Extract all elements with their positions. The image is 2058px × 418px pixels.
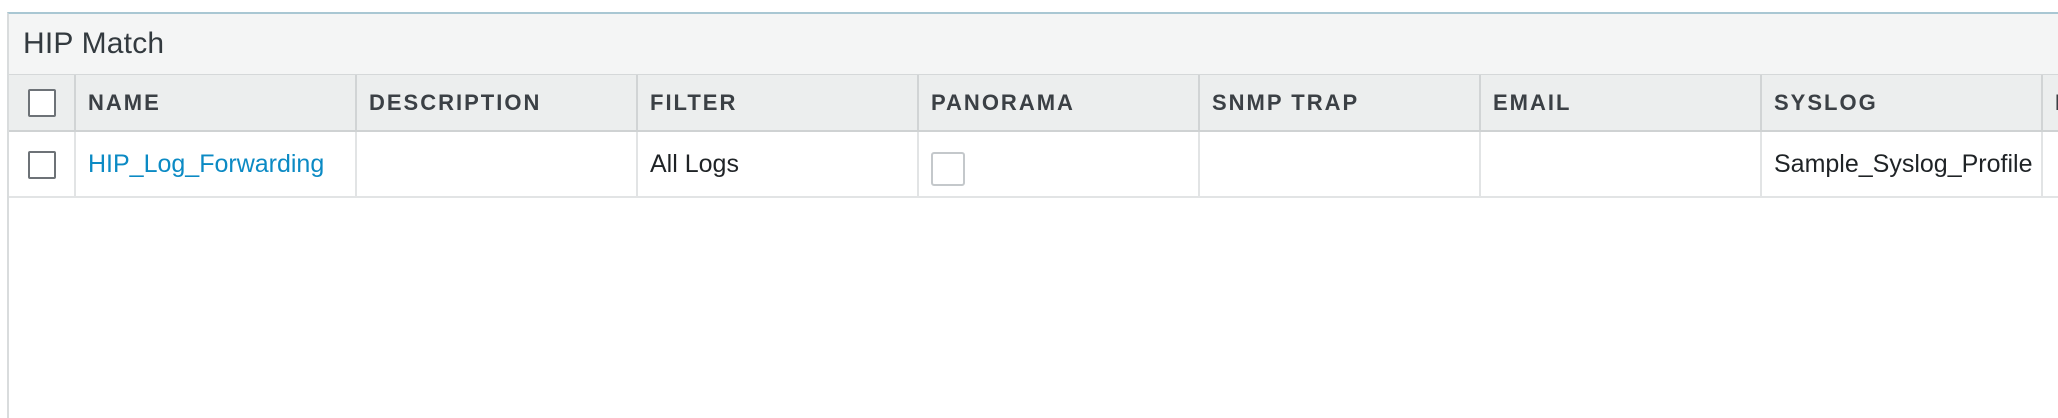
row-select-checkbox[interactable]	[27, 150, 56, 179]
cell-truncated	[2042, 131, 2058, 198]
panel-header: HIP Match	[9, 14, 2058, 75]
profile-name-link[interactable]: HIP_Log_Forwarding	[88, 150, 324, 178]
column-header-filter[interactable]: FILTER	[637, 75, 919, 132]
cell-name: HIP_Log_Forwarding	[75, 131, 357, 198]
select-all-cell	[9, 75, 76, 132]
table-row[interactable]: HIP_Log_Forwarding All Logs Sample_Syslo…	[9, 131, 2058, 198]
column-header-email[interactable]: EMAIL	[1480, 75, 1762, 132]
cell-description	[356, 131, 638, 198]
column-header-snmp-trap[interactable]: SNMP TRAP	[1199, 75, 1481, 132]
cell-panorama	[918, 131, 1200, 198]
hip-match-panel: HIP Match NAME DESCRIPTION FILTER PANORA…	[7, 12, 2058, 418]
row-select-cell	[9, 131, 76, 198]
column-header-syslog[interactable]: SYSLOG	[1761, 75, 2043, 132]
column-header-truncated[interactable]: H	[2042, 75, 2058, 132]
column-header-name[interactable]: NAME	[75, 75, 357, 132]
log-forwarding-table: NAME DESCRIPTION FILTER PANORAMA SNMP TR…	[9, 75, 2058, 198]
column-header-description[interactable]: DESCRIPTION	[356, 75, 638, 132]
column-header-panorama[interactable]: PANORAMA	[918, 75, 1200, 132]
panorama-checkbox[interactable]	[931, 152, 965, 186]
cell-filter: All Logs	[637, 131, 919, 198]
panel-title: HIP Match	[23, 27, 165, 60]
cell-syslog: Sample_Syslog_Profile	[1761, 131, 2043, 198]
select-all-checkbox[interactable]	[27, 88, 56, 117]
table-header-row: NAME DESCRIPTION FILTER PANORAMA SNMP TR…	[9, 75, 2058, 132]
cell-snmp-trap	[1199, 131, 1481, 198]
cell-email	[1480, 131, 1762, 198]
